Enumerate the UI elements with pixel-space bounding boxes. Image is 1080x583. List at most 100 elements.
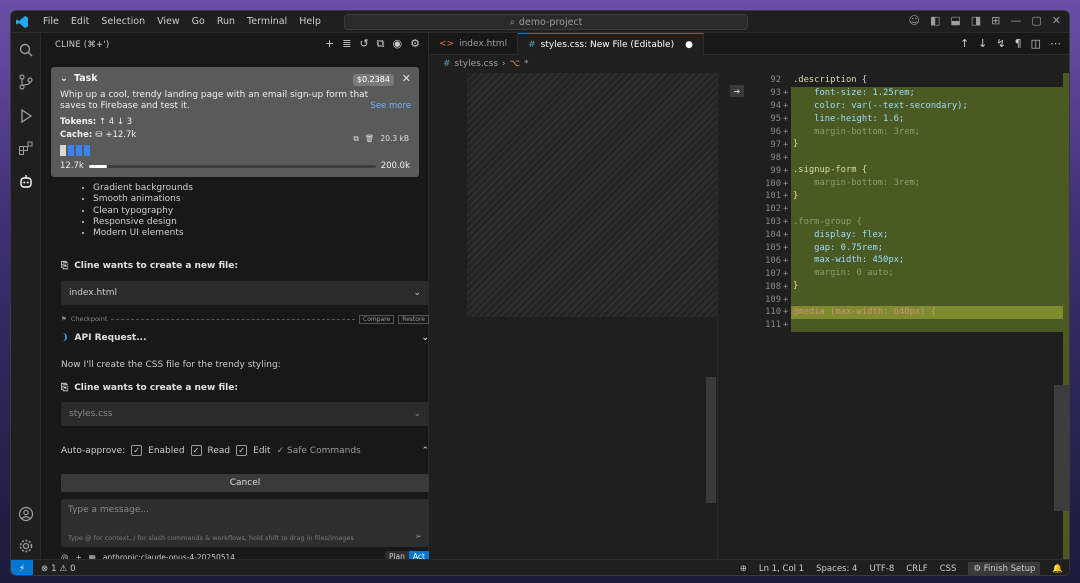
extensions-icon[interactable] (17, 139, 35, 157)
run-debug-icon[interactable] (17, 107, 35, 125)
menu-view[interactable]: View (151, 16, 186, 27)
safe-commands-label[interactable]: ✓ Safe Commands (277, 446, 361, 456)
new-task-icon[interactable]: + (325, 37, 334, 51)
account-icon[interactable] (17, 505, 35, 523)
copy-icon[interactable]: ⧉ (354, 134, 359, 144)
code-line[interactable]: 104 + display: flex; (751, 228, 1063, 242)
code-line[interactable]: 101 +} (751, 190, 1063, 203)
code-line[interactable]: 97 +} (751, 138, 1063, 152)
line-number: 97 (770, 139, 781, 150)
indentation[interactable]: Spaces: 4 (816, 564, 857, 574)
close-task-icon[interactable]: ✕ (402, 72, 411, 85)
tokens-label: Tokens: (60, 117, 97, 127)
file-item-index-html[interactable]: index.html ⌄ (61, 281, 429, 305)
right-scrollbar[interactable] (1054, 385, 1069, 511)
delete-icon[interactable]: 🗑 (365, 134, 375, 144)
code-line[interactable]: 95 + line-height: 1.6; (751, 112, 1063, 126)
line-endings[interactable]: CRLF (906, 564, 927, 574)
api-request-row[interactable]: ❩ API Request... ⌄ (61, 333, 429, 343)
tab-styles-css[interactable]: # styles.css: New File (Editable) ● (518, 33, 704, 55)
code-editor[interactable]: 92 .description {93 + font-size: 1.25rem; 9… (751, 74, 1063, 332)
split-editor-icon[interactable]: ◫ (1031, 37, 1041, 50)
close-window-icon[interactable]: ✕ (1052, 14, 1061, 27)
code-line[interactable]: 100 + margin-bottom: 3rem; (751, 177, 1063, 191)
task-cost-badge: $0.2384 (352, 74, 394, 86)
manage-gear-icon[interactable] (17, 537, 35, 555)
chevron-up-icon[interactable]: ⌃ (421, 446, 429, 456)
edit-checkbox[interactable]: ✓ (236, 445, 248, 456)
code-line[interactable]: 99 + .signup-form { (751, 164, 1063, 178)
code-line[interactable]: 94 + color: var(--text-secondary); (751, 99, 1063, 113)
code-text (791, 151, 1063, 165)
minimize-icon[interactable]: — (1010, 14, 1021, 27)
source-control-icon[interactable] (17, 73, 35, 91)
explorer-icon[interactable] (17, 41, 35, 59)
breadcrumb-file[interactable]: styles.css (455, 59, 498, 69)
cancel-button[interactable]: Cancel (61, 474, 429, 492)
toggle-panel-icon[interactable]: ⬓ (950, 14, 960, 27)
chevron-down-icon[interactable]: ⌄ (60, 73, 68, 84)
diff-arrow-icon[interactable]: ➔ (730, 85, 744, 97)
cline-icon[interactable] (17, 173, 35, 191)
compare-button[interactable]: Compare (359, 314, 395, 324)
menu-selection[interactable]: Selection (95, 16, 151, 27)
file-item-styles-css[interactable]: styles.css ⌄ (61, 402, 429, 426)
language-mode[interactable]: CSS (940, 564, 957, 574)
zoom-icon[interactable]: ⊕ (740, 564, 747, 574)
menu-terminal[interactable]: Terminal (241, 16, 293, 27)
mcp-servers-icon[interactable]: ≣ (342, 37, 351, 51)
code-line[interactable]: 107 + margin: 0 auto; (751, 267, 1063, 281)
code-line[interactable]: 109 + (751, 293, 1063, 307)
toggle-sidebar-icon[interactable]: ◧ (930, 14, 940, 27)
arrow-down-icon[interactable]: ↓ (978, 37, 987, 50)
send-icon[interactable]: ➢ (414, 532, 422, 542)
popout-icon[interactable]: ⧉ (377, 37, 385, 51)
finish-setup-button[interactable]: ⚙ Finish Setup (968, 562, 1041, 575)
maximize-icon[interactable]: ▢ (1031, 14, 1041, 27)
more-actions-icon[interactable]: ⋯ (1050, 37, 1061, 50)
settings-gear-icon[interactable]: ⚙ (410, 37, 420, 51)
message-input[interactable]: Type a message... Type @ for context, / … (61, 499, 429, 547)
menu-edit[interactable]: Edit (65, 16, 95, 27)
see-more-link[interactable]: See more (370, 101, 411, 111)
unsaved-dot-icon[interactable]: ● (685, 40, 693, 50)
code-line[interactable]: 111 + (751, 318, 1063, 332)
code-line[interactable]: 102 + (751, 202, 1063, 216)
diff-divider[interactable] (717, 73, 718, 559)
command-center-search[interactable]: ⌕ demo-project (344, 14, 748, 30)
notifications-bell-icon[interactable]: 🔔 (1052, 564, 1063, 574)
code-line[interactable]: 105 + gap: 0.75rem; (751, 241, 1063, 255)
arrow-up-icon[interactable]: ↑ (960, 37, 969, 50)
left-scrollbar[interactable] (706, 377, 716, 503)
remote-icon[interactable]: ⚡ (11, 559, 33, 575)
code-line[interactable]: 108 +} (751, 280, 1063, 294)
encoding[interactable]: UTF-8 (869, 564, 894, 574)
menu-go[interactable]: Go (186, 16, 211, 27)
code-line[interactable]: 110 + @media (max-width: 640px) { (751, 306, 1063, 319)
history-icon[interactable]: ↺ (359, 37, 368, 51)
copilot-icon[interactable]: ☺ (908, 14, 919, 27)
tab-index-html[interactable]: <> index.html (429, 33, 519, 55)
code-line[interactable]: 96 + margin-bottom: 3rem; (751, 125, 1063, 139)
customize-layout-icon[interactable]: ⊞ (991, 14, 1000, 27)
activity-bar (11, 33, 41, 559)
code-line[interactable]: 106 + max-width: 450px; (751, 254, 1063, 268)
breadcrumb-symbol[interactable]: * (524, 59, 529, 69)
paragraph-icon[interactable]: ¶ (1015, 37, 1022, 50)
menu-run[interactable]: Run (211, 16, 241, 27)
code-line[interactable]: 93 + font-size: 1.25rem; (751, 86, 1063, 100)
code-line[interactable]: 103 + .form-group { (751, 215, 1063, 229)
line-number: 107 (765, 268, 781, 279)
restore-button[interactable]: Restore (398, 314, 429, 324)
read-checkbox[interactable]: ✓ (190, 445, 202, 456)
menu-file[interactable]: File (37, 16, 65, 27)
revert-icon[interactable]: ↯ (996, 37, 1005, 50)
menu-help[interactable]: Help (293, 16, 327, 27)
account-circle-icon[interactable]: ◉ (393, 37, 403, 51)
toggle-secondary-sidebar-icon[interactable]: ◨ (971, 14, 981, 27)
enabled-checkbox[interactable]: ✓ (131, 445, 143, 456)
problems-indicator[interactable]: ⊗ 1 ⚠ 0 (41, 564, 76, 574)
code-line[interactable]: 98 + (751, 151, 1063, 165)
code-line[interactable]: 92 .description { (751, 74, 1063, 87)
cursor-position[interactable]: Ln 1, Col 1 (759, 564, 804, 574)
